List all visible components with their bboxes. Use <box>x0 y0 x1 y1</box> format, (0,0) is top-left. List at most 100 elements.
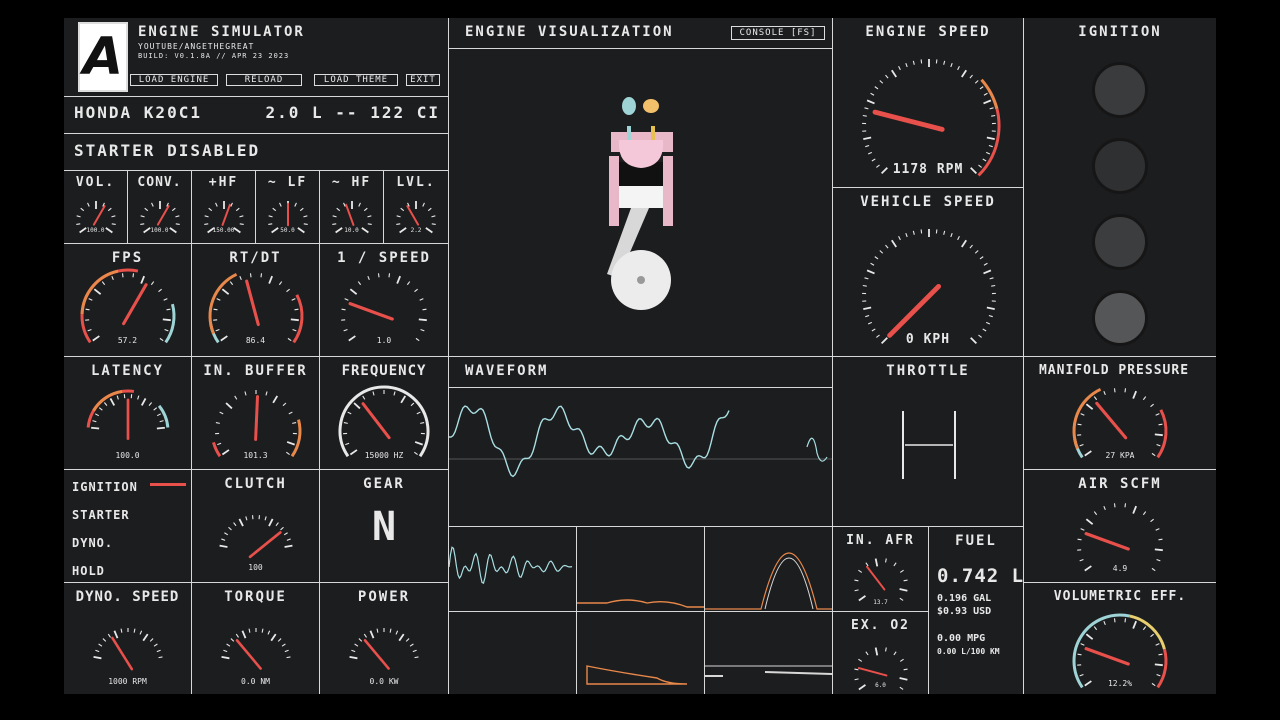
scope-6-line-b <box>705 671 832 677</box>
gauge-tick <box>336 207 341 212</box>
reload-button[interactable]: RELOAD <box>226 74 302 86</box>
engine-name-panel: HONDA K20C1 2.0 L -- 122 CI <box>64 97 449 134</box>
gauge-tick <box>343 329 348 332</box>
gauge-tick <box>267 630 271 635</box>
gauge-tick <box>347 411 352 415</box>
switch-dyno[interactable]: DYNO. <box>72 532 188 550</box>
gauge-tick <box>388 273 391 278</box>
gauge-tick <box>343 202 346 207</box>
gauge-tick <box>164 329 169 332</box>
convolution-gauge-panel: CONV. 100.0 <box>128 171 192 244</box>
switch-starter[interactable]: STARTER <box>72 504 188 522</box>
gauge-arc-orange <box>1072 387 1102 450</box>
fuel-panel: FUEL 0.742 L 0.196 GAL $0.93 USD 0.00 MP… <box>929 527 1024 694</box>
gauge-tick <box>303 223 308 226</box>
waveform-tail <box>806 437 828 462</box>
gauge-tick <box>292 422 297 424</box>
gauge-tick <box>420 422 425 424</box>
load-theme-button[interactable]: LOAD THEME <box>314 74 398 86</box>
load-engine-button[interactable]: LOAD ENGINE <box>130 74 218 86</box>
gauge-tick <box>358 638 363 642</box>
gauge-tick <box>874 558 879 567</box>
switch-ignition[interactable]: IGNITION <box>72 476 188 494</box>
gauge-tick <box>245 516 248 521</box>
gauge-tick <box>985 151 991 155</box>
gauge-tick <box>974 250 979 254</box>
gauge-arc-red <box>80 268 139 344</box>
gauge-tick <box>969 244 973 249</box>
gauge-tick <box>283 532 288 536</box>
exhaust-cam <box>643 99 659 113</box>
gauge-tick <box>1156 559 1161 562</box>
gauge-tick <box>400 395 407 404</box>
starter-status: STARTER DISABLED <box>74 141 261 160</box>
volumetric-efficiency-gauge <box>1072 613 1168 689</box>
gauge-tick <box>1142 626 1147 631</box>
exit-button[interactable]: EXIT <box>406 74 440 86</box>
low-freq-noise-gauge-panel: ~ LF 50.0 <box>256 171 320 244</box>
gauge-tick <box>235 207 240 212</box>
gauge-tick <box>912 230 915 235</box>
gauge-tick <box>140 275 145 284</box>
gauge-tick <box>982 158 987 162</box>
gauge-needle <box>122 283 148 326</box>
gauge-tick <box>87 202 90 207</box>
air-scfm-value: 4.9 <box>1112 564 1128 573</box>
gauge-tick <box>294 202 297 207</box>
switch-hold[interactable]: HOLD <box>72 560 188 578</box>
high-freq-gain-gauge-panel: +HF 150.00 <box>192 171 256 244</box>
gauge-tick <box>144 207 149 212</box>
gauge-tick <box>400 207 405 212</box>
gauge-tick <box>905 232 908 238</box>
gauge-tick <box>414 656 419 659</box>
gauge-tick <box>986 136 995 140</box>
gauge-tick <box>149 638 154 642</box>
gauge-tick <box>961 239 967 248</box>
gauge-arc-cyan <box>157 404 170 428</box>
gauge-tick <box>159 420 164 423</box>
gauge-tick <box>280 526 284 531</box>
gauge-tick <box>208 207 213 212</box>
air-scfm-panel: AIR SCFM 4.9 <box>1024 470 1216 583</box>
engine-speed-value: 1178 RPM <box>892 162 964 177</box>
gauge-tick <box>871 158 876 162</box>
gauge-tick <box>216 298 221 301</box>
volumetric-efficiency-panel: VOLUMETRIC EFF. 12.2% <box>1024 583 1216 694</box>
gauge-tick <box>1079 559 1084 562</box>
gauge-tick <box>1113 388 1116 393</box>
gauge-tick <box>414 441 423 446</box>
gauge-tick <box>988 314 993 318</box>
gauge-tick <box>367 275 370 281</box>
fuel-l-per-100km: 0.00 L/100 KM <box>937 647 1000 656</box>
gauge-tick <box>389 628 392 633</box>
fuel-unit: L <box>1011 565 1024 587</box>
gauge-tick <box>224 532 229 536</box>
engine-name: HONDA K20C1 <box>74 103 202 122</box>
gauge-tick <box>93 288 102 295</box>
gauge-tick <box>1158 423 1163 426</box>
gauge-arc-orange <box>980 78 999 110</box>
gauge-needle <box>235 639 262 670</box>
gauge-tick <box>332 215 337 218</box>
gauge-tick <box>985 321 991 325</box>
manifold-pressure-panel: MANIFOLD PRESSURE 27 KPA <box>1024 357 1216 470</box>
gauge-tick <box>229 281 234 286</box>
gauge-tick <box>344 298 349 301</box>
throttle-indicator[interactable] <box>833 357 1024 527</box>
gauge-tick <box>1103 505 1106 511</box>
gauge-tick <box>862 284 867 287</box>
gauge-tick <box>1155 413 1160 416</box>
gauge-tick <box>101 281 106 286</box>
volumetric-efficiency-value: 12.2% <box>1107 679 1133 688</box>
gauge-tick <box>903 579 908 582</box>
intake-afr-panel: IN. AFR 13.7 <box>833 527 929 612</box>
gauge-tick <box>983 92 988 96</box>
gauge-tick <box>151 202 154 207</box>
gauge-tick <box>885 244 889 249</box>
gauge-tick <box>988 144 993 148</box>
vehicle-speed-panel: VEHICLE SPEED 0 KPH <box>833 188 1024 357</box>
gauge-tick <box>1077 538 1082 541</box>
waveform-plot <box>449 405 832 478</box>
engine-cylinder-drawing <box>607 97 673 310</box>
scope-panel-2 <box>577 527 705 612</box>
